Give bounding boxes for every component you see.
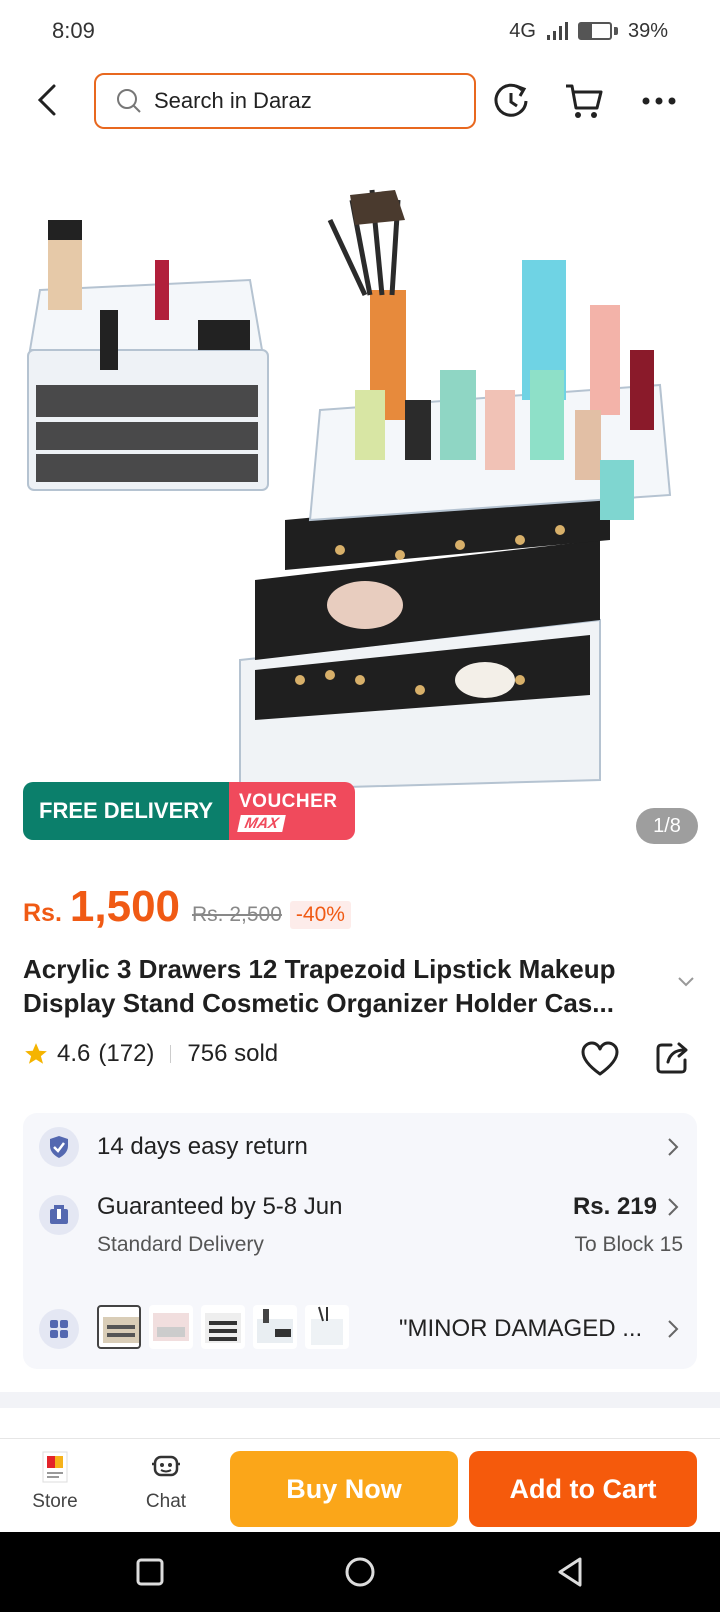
add-to-cart-button[interactable]: Add to Cart	[469, 1451, 697, 1527]
recent-apps-icon[interactable]	[130, 1552, 170, 1592]
delivery-price: Rs. 219	[572, 1193, 657, 1220]
promo-badges: FREE DELIVERY VOUCHER MAX	[23, 782, 355, 840]
more-dots-icon[interactable]	[638, 80, 680, 122]
battery-percent: 39%	[627, 19, 668, 42]
voucher-max-badge: VOUCHER MAX	[229, 782, 355, 840]
chat-tab[interactable]: Chat	[126, 1449, 206, 1513]
top-navigation: Search in Daraz	[0, 70, 720, 132]
return-policy-row[interactable]: 14 days easy return	[23, 1113, 697, 1175]
shield-check-icon	[39, 1127, 79, 1167]
chevron-left-icon[interactable]	[30, 82, 66, 118]
bottom-action-bar: Store Chat Buy Now Add to Cart	[0, 1438, 720, 1532]
variant-thumb-3[interactable]	[201, 1305, 245, 1349]
store-logo-icon	[15, 1449, 95, 1485]
price-currency: Rs.	[23, 899, 62, 927]
sold-count: 756 sold	[187, 1040, 279, 1067]
gallery-page-indicator: 1/8	[636, 808, 698, 844]
chat-label: Chat	[145, 1491, 187, 1512]
original-price: Rs. 2,500	[192, 903, 282, 926]
chevron-down-icon[interactable]	[676, 975, 696, 989]
buy-now-button[interactable]: Buy Now	[230, 1451, 458, 1527]
status-bar: 8:09 4G 39%	[0, 0, 720, 62]
variant-thumb-2[interactable]	[149, 1305, 193, 1349]
share-icon[interactable]	[654, 1040, 690, 1076]
chevron-right-icon	[668, 1198, 679, 1216]
price-row: Rs. 1,500 Rs. 2,500 -40%	[23, 882, 351, 932]
store-label: Store	[32, 1491, 78, 1512]
rating-score: 4.6	[57, 1040, 91, 1067]
rating-count: (172)	[98, 1040, 155, 1067]
chat-bot-icon	[126, 1449, 206, 1485]
product-title-line-1: Acrylic 3 Drawers 12 Trapezoid Lipstick …	[23, 954, 616, 984]
discount-badge: -40%	[289, 901, 351, 929]
variant-label: "MINOR DAMAGED ...	[399, 1315, 643, 1342]
battery-icon	[577, 22, 612, 40]
variant-thumb-5[interactable]	[305, 1305, 349, 1349]
product-title-line-2: Display Stand Cosmetic Organizer Holder …	[23, 988, 614, 1018]
history-icon[interactable]	[490, 80, 532, 122]
search-icon	[117, 89, 141, 113]
cart-icon[interactable]	[563, 80, 605, 122]
product-gallery[interactable]	[0, 160, 720, 860]
service-info-card: 14 days easy return Guaranteed by 5-8 Ju…	[23, 1113, 697, 1369]
return-policy-text: 14 days easy return	[97, 1133, 308, 1160]
free-delivery-badge: FREE DELIVERY	[23, 782, 229, 840]
rating-row[interactable]: 4.6 (172) 756 sold	[23, 1040, 278, 1068]
delivery-guarantee: Guaranteed by 5-8 Jun	[97, 1193, 343, 1220]
voucher-max-label: MAX	[237, 814, 287, 832]
variant-thumbnails	[97, 1305, 349, 1349]
search-placeholder: Search in Daraz	[154, 88, 312, 113]
variant-thumb-4[interactable]	[253, 1305, 297, 1349]
price-value: 1,500	[69, 882, 181, 931]
chevron-right-icon	[668, 1320, 679, 1338]
delivery-type: Standard Delivery	[97, 1233, 264, 1256]
voucher-label: VOUCHER	[239, 790, 338, 812]
grid-icon	[39, 1309, 79, 1349]
section-divider	[0, 1392, 720, 1408]
status-time: 8:09	[52, 18, 95, 43]
large-organizer-illustration	[239, 189, 672, 792]
delivery-box-icon	[39, 1195, 79, 1235]
delivery-row[interactable]: Guaranteed by 5-8 Jun Standard Delivery …	[23, 1175, 697, 1285]
product-title[interactable]: Acrylic 3 Drawers 12 Trapezoid Lipstick …	[23, 952, 663, 1020]
heart-icon[interactable]	[580, 1040, 620, 1078]
search-input[interactable]: Search in Daraz	[94, 73, 476, 129]
status-indicators: 4G 39%	[509, 20, 668, 43]
back-triangle-icon[interactable]	[550, 1552, 590, 1592]
network-label: 4G	[509, 19, 536, 42]
product-image	[27, 189, 672, 792]
delivery-location: To Block 15	[574, 1233, 683, 1256]
star-icon	[25, 1043, 47, 1064]
signal-icon	[546, 22, 568, 40]
small-organizer-illustration	[27, 220, 269, 491]
chevron-right-icon	[668, 1138, 679, 1156]
system-navigation-bar	[0, 1532, 720, 1612]
variant-thumb-1[interactable]	[97, 1305, 141, 1349]
store-tab[interactable]: Store	[15, 1449, 95, 1513]
divider	[170, 1045, 172, 1063]
home-icon[interactable]	[340, 1552, 380, 1592]
